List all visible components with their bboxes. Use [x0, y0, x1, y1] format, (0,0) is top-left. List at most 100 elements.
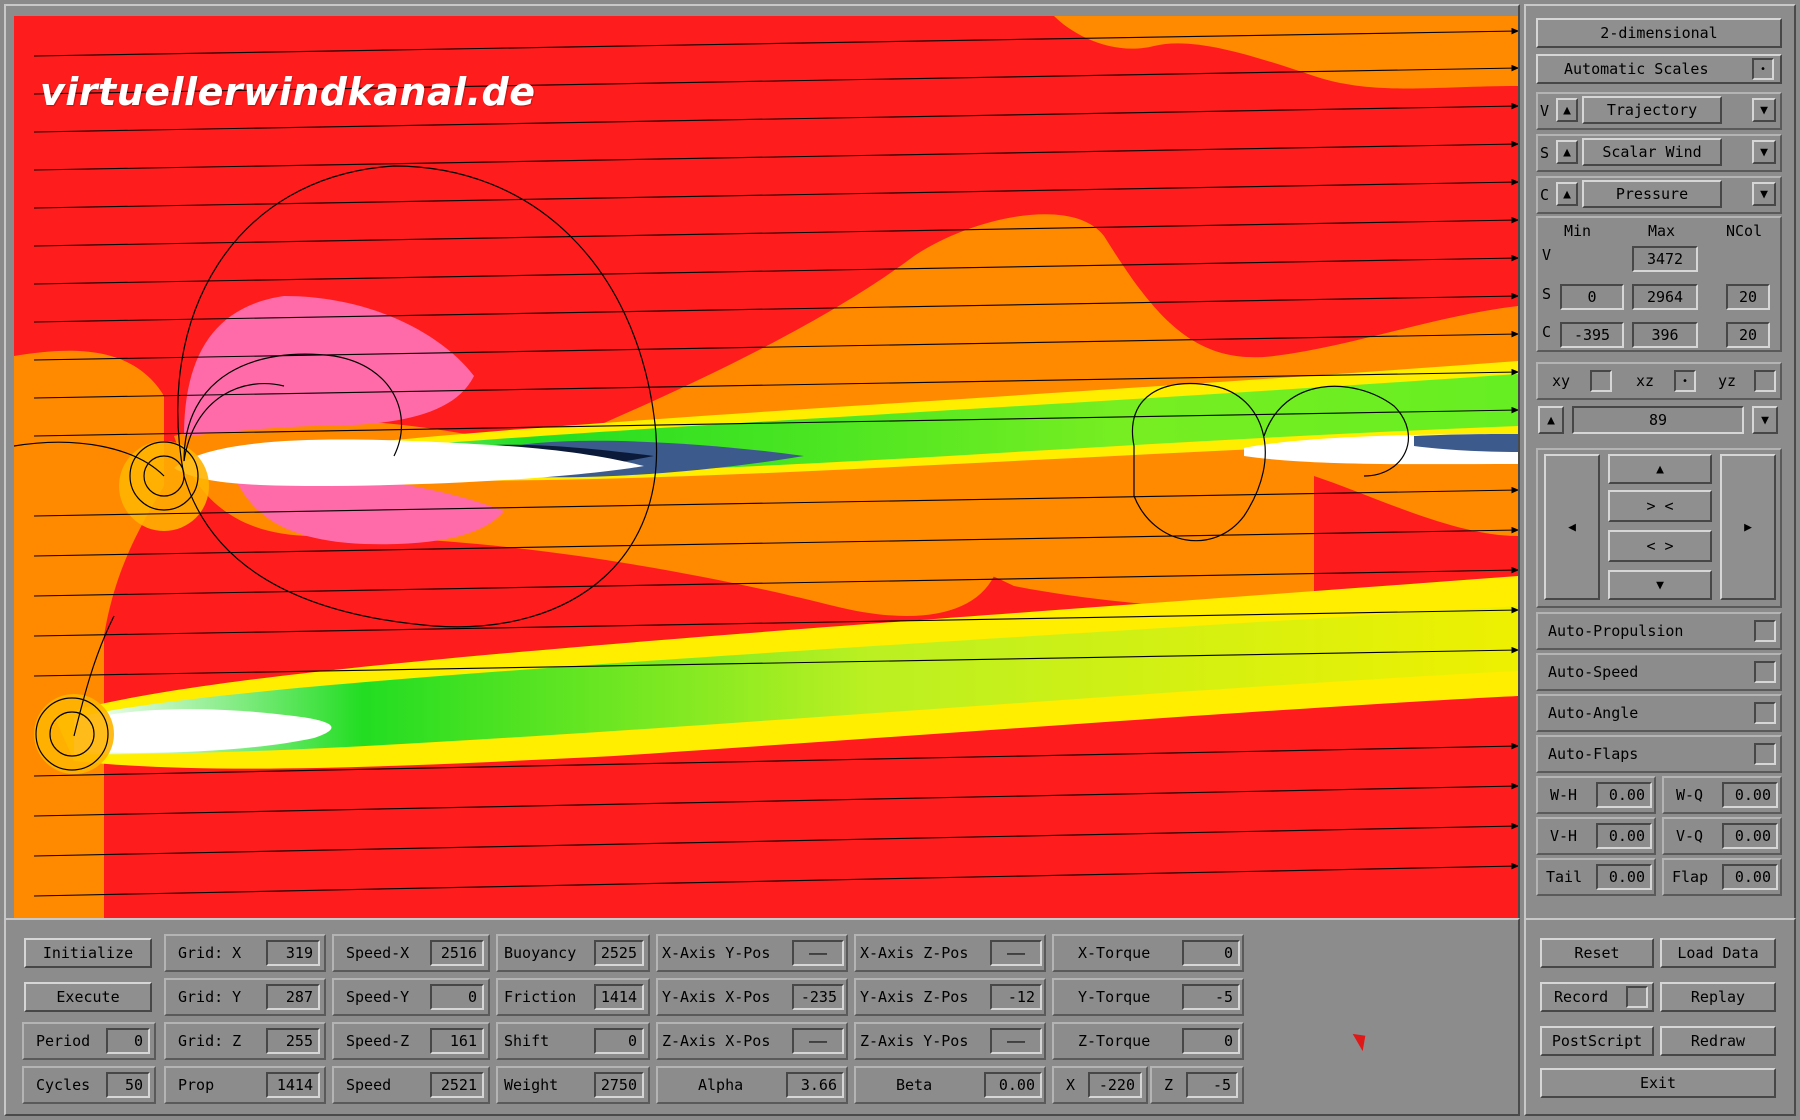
xaxis-ypos-field[interactable]: —— — [792, 940, 844, 966]
y-torque-field[interactable]: -5 — [1182, 984, 1240, 1010]
x-torque-field[interactable]: 0 — [1182, 940, 1240, 966]
reset-button[interactable]: Reset — [1540, 938, 1654, 968]
zoom-in-button[interactable]: > < — [1608, 490, 1712, 522]
selector-down-icon[interactable]: ▼ — [1752, 98, 1776, 122]
auto-flaps-checkbox[interactable] — [1754, 743, 1776, 765]
selector-value[interactable]: Pressure — [1582, 180, 1722, 208]
selector-up-icon[interactable]: ▲ — [1556, 98, 1578, 122]
plane-xy-label: xy — [1552, 372, 1571, 390]
pan-down-icon[interactable]: ▼ — [1608, 570, 1712, 600]
selector-row-s: S ▲ Scalar Wind ▼ — [1536, 134, 1782, 172]
range-s-min-field[interactable]: 0 — [1560, 284, 1624, 310]
redraw-button[interactable]: Redraw — [1660, 1026, 1776, 1056]
yaxis-zpos-label: Y-Axis Z-Pos — [860, 988, 969, 1006]
param-field[interactable]: 0.00 — [1722, 823, 1778, 849]
prop-field[interactable]: 1414 — [266, 1072, 320, 1098]
auto-angle-label: Auto-Angle — [1548, 704, 1639, 722]
range-header-min: Min — [1564, 222, 1592, 240]
flow-field-view[interactable]: virtuellerwindkanal.de — [14, 16, 1518, 922]
auto-propulsion-row[interactable]: Auto-Propulsion — [1536, 612, 1782, 650]
speed-label: Speed — [346, 1076, 392, 1094]
range-c-min-field[interactable]: -395 — [1560, 322, 1624, 348]
slice-down-icon[interactable]: ▼ — [1752, 406, 1778, 434]
plane-xz-checkbox[interactable]: • — [1674, 370, 1696, 392]
speed-field[interactable]: 2521 — [430, 1072, 484, 1098]
selector-down-icon[interactable]: ▼ — [1752, 140, 1776, 164]
range-v-max-field[interactable]: 3472 — [1632, 246, 1698, 272]
range-c-ncol-field[interactable]: 20 — [1726, 322, 1770, 348]
friction-field[interactable]: 1414 — [594, 984, 644, 1010]
auto-speed-checkbox[interactable] — [1754, 661, 1776, 683]
slice-value-field[interactable]: 89 — [1572, 406, 1744, 434]
param-v-h: V-H 0.00 — [1536, 817, 1656, 855]
yaxis-xpos-field[interactable]: -235 — [792, 984, 844, 1010]
grid-z-field[interactable]: 255 — [266, 1028, 320, 1054]
xaxis-ypos-group: X-Axis Y-Pos —— — [656, 934, 848, 972]
auto-speed-row[interactable]: Auto-Speed — [1536, 653, 1782, 691]
automatic-scales-toggle[interactable]: Automatic Scales — [1536, 54, 1782, 84]
xaxis-ypos-label: X-Axis Y-Pos — [662, 944, 771, 962]
selector-value[interactable]: Scalar Wind — [1582, 138, 1722, 166]
z-torque-group: Z-Torque 0 — [1052, 1022, 1244, 1060]
grid-y-field[interactable]: 287 — [266, 984, 320, 1010]
auto-angle-row[interactable]: Auto-Angle — [1536, 694, 1782, 732]
param-label: Flap — [1672, 868, 1709, 886]
selector-value[interactable]: Trajectory — [1582, 96, 1722, 124]
selector-up-icon[interactable]: ▲ — [1556, 182, 1578, 206]
xaxis-zpos-field[interactable]: —— — [990, 940, 1042, 966]
z-pos-field[interactable]: -5 — [1186, 1072, 1238, 1098]
param-field[interactable]: 0.00 — [1596, 782, 1652, 808]
grid-z-group: Grid: Z 255 — [164, 1022, 326, 1060]
range-c-max-field[interactable]: 396 — [1632, 322, 1698, 348]
postscript-button[interactable]: PostScript — [1540, 1026, 1654, 1056]
beta-field[interactable]: 0.00 — [984, 1072, 1042, 1098]
selector-down-icon[interactable]: ▼ — [1752, 182, 1776, 206]
weight-field[interactable]: 2750 — [594, 1072, 644, 1098]
range-s-max-field[interactable]: 2964 — [1632, 284, 1698, 310]
buoyancy-field[interactable]: 2525 — [594, 940, 644, 966]
zaxis-ypos-field[interactable]: —— — [990, 1028, 1042, 1054]
load-data-button[interactable]: Load Data — [1660, 938, 1776, 968]
auto-flaps-row[interactable]: Auto-Flaps — [1536, 735, 1782, 773]
param-field[interactable]: 0.00 — [1596, 864, 1652, 890]
param-field[interactable]: 0.00 — [1722, 782, 1778, 808]
plane-xy-checkbox[interactable] — [1590, 370, 1612, 392]
x-pos-field[interactable]: -220 — [1088, 1072, 1142, 1098]
cycles-field[interactable]: 50 — [106, 1072, 150, 1098]
alpha-field[interactable]: 3.66 — [786, 1072, 844, 1098]
z-torque-field[interactable]: 0 — [1182, 1028, 1240, 1054]
zaxis-xpos-field[interactable]: —— — [792, 1028, 844, 1054]
slice-up-icon[interactable]: ▲ — [1538, 406, 1564, 434]
x-torque-group: X-Torque 0 — [1052, 934, 1244, 972]
shift-field[interactable]: 0 — [594, 1028, 644, 1054]
pan-left-icon[interactable]: ◀ — [1544, 454, 1600, 600]
plane-yz-checkbox[interactable] — [1754, 370, 1776, 392]
speed-x-field[interactable]: 2516 — [430, 940, 484, 966]
initialize-button[interactable]: Initialize — [24, 938, 152, 968]
replay-button[interactable]: Replay — [1660, 982, 1776, 1012]
pan-right-icon[interactable]: ▶ — [1720, 454, 1776, 600]
plane-xz-label: xz — [1636, 372, 1655, 390]
record-checkbox[interactable] — [1626, 986, 1648, 1008]
y-torque-label: Y-Torque — [1078, 988, 1151, 1006]
speed-z-field[interactable]: 161 — [430, 1028, 484, 1054]
grid-x-field[interactable]: 319 — [266, 940, 320, 966]
speed-y-label: Speed-Y — [346, 988, 410, 1006]
range-s-ncol-field[interactable]: 20 — [1726, 284, 1770, 310]
auto-angle-checkbox[interactable] — [1754, 702, 1776, 724]
param-field[interactable]: 0.00 — [1722, 864, 1778, 890]
execute-button[interactable]: Execute — [24, 982, 152, 1012]
selector-up-icon[interactable]: ▲ — [1556, 140, 1578, 164]
param-field[interactable]: 0.00 — [1596, 823, 1652, 849]
auto-propulsion-checkbox[interactable] — [1754, 620, 1776, 642]
zaxis-ypos-group: Z-Axis Y-Pos —— — [854, 1022, 1046, 1060]
automatic-scales-checkbox[interactable]: • — [1752, 58, 1774, 80]
exit-button[interactable]: Exit — [1540, 1068, 1776, 1098]
speed-y-field[interactable]: 0 — [430, 984, 484, 1010]
grid-x-group: Grid: X 319 — [164, 934, 326, 972]
pan-up-icon[interactable]: ▲ — [1608, 454, 1712, 484]
zoom-out-button[interactable]: < > — [1608, 530, 1712, 562]
dimension-button[interactable]: 2-dimensional — [1536, 18, 1782, 48]
period-field[interactable]: 0 — [106, 1028, 150, 1054]
yaxis-zpos-field[interactable]: -12 — [990, 984, 1042, 1010]
